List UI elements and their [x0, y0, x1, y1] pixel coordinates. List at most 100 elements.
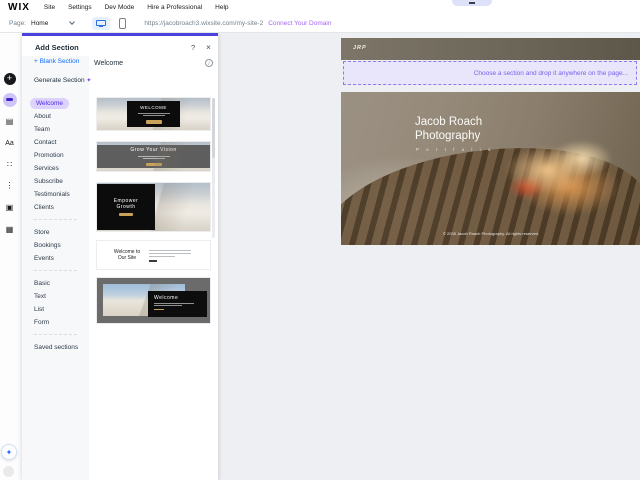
category-services[interactable]: Services	[22, 162, 89, 175]
cms-button[interactable]: ⋮	[2, 178, 17, 193]
section-thumbnail-welcome-overlap[interactable]: Welcome	[97, 278, 210, 323]
collapsed-topbar-handle[interactable]	[452, 0, 492, 6]
category-clients[interactable]: Clients	[22, 201, 89, 214]
category-saved-sections[interactable]: Saved sections	[22, 341, 89, 354]
generate-section-link[interactable]: Generate Section ✦	[34, 77, 91, 84]
menu-site[interactable]: Site	[44, 4, 55, 11]
hero-photo-topping	[476, 130, 640, 225]
thumb-readmore-link	[149, 260, 157, 262]
blank-section-link[interactable]: + Blank Section	[34, 58, 79, 65]
left-tool-rail: + ▤ Aa ∷ ⋮ ▣ ▦ ✦	[0, 33, 22, 480]
media-button[interactable]: ▣	[2, 200, 17, 215]
section-group-title: Welcome	[94, 60, 123, 67]
add-section-icon	[3, 93, 17, 107]
category-events[interactable]: Events	[22, 252, 89, 265]
site-design-icon: Aa	[5, 140, 14, 147]
category-divider	[34, 334, 77, 335]
site-design-button[interactable]: Aa	[2, 136, 17, 151]
add-section-panel: Add Section ? × + Blank Section Generate…	[22, 33, 218, 480]
thumb-title: Empower Growth	[109, 198, 143, 210]
thumb-text-box: Grow Your Vision	[97, 145, 210, 168]
category-promotion[interactable]: Promotion	[22, 149, 89, 162]
info-icon[interactable]: i	[205, 59, 213, 67]
thumb-cta-button	[146, 163, 162, 167]
add-elements-button[interactable]: +	[2, 71, 17, 86]
drop-section-banner[interactable]: Choose a section and drop it anywhere on…	[343, 61, 637, 85]
thumb-title: Welcome to Our Site	[97, 249, 149, 261]
category-list: Welcome About Team Contact Promotion Ser…	[22, 92, 89, 354]
app-market-button[interactable]: ∷	[2, 157, 17, 172]
placeholder-lines	[149, 248, 199, 262]
panel-title: Add Section	[35, 43, 79, 52]
generate-section-label: Generate Section	[34, 77, 85, 84]
panel-close-button[interactable]: ×	[206, 42, 211, 52]
connect-domain-link[interactable]: Connect Your Domain	[268, 20, 331, 27]
desktop-view-button[interactable]	[92, 17, 110, 30]
sparkle-icon: ✦	[86, 78, 91, 84]
section-thumbnail-welcome-hero[interactable]: WELCOME	[97, 98, 210, 130]
top-menubar: WIX Site Settings Dev Mode Hire a Profes…	[0, 0, 640, 14]
section-thumbnail-grow-your-vision[interactable]: Grow Your Vision	[97, 142, 210, 171]
media-icon: ▣	[6, 203, 14, 212]
page-selector[interactable]: Home	[31, 20, 48, 27]
thumb-title: Grow Your Vision	[130, 147, 176, 153]
layouts-button[interactable]: ▦	[2, 222, 17, 237]
thumb-link	[154, 309, 164, 310]
section-thumbnail-welcome-text[interactable]: Welcome to Our Site	[97, 241, 210, 269]
mobile-view-button[interactable]	[119, 18, 126, 29]
category-team[interactable]: Team	[22, 123, 89, 136]
thumb-title: Welcome	[154, 295, 207, 301]
app-market-icon: ∷	[7, 160, 12, 169]
hero-title-line2: Photography	[415, 129, 482, 143]
category-bookings[interactable]: Bookings	[22, 239, 89, 252]
hero-section[interactable]: Jacob Roach Photography P o r t f o l i …	[341, 92, 640, 245]
ai-assistant-button[interactable]: ✦	[1, 444, 17, 460]
category-store[interactable]: Store	[22, 226, 89, 239]
wix-editor-window: WIX Site Settings Dev Mode Hire a Profes…	[0, 0, 640, 480]
ai-sparkle-icon: ✦	[6, 448, 13, 457]
category-divider	[34, 219, 77, 220]
category-contact[interactable]: Contact	[22, 136, 89, 149]
editor-toolbar: Page: Home https://jacobroach3.wixsite.c…	[0, 14, 640, 33]
monitor-stand-icon	[99, 26, 103, 27]
menu-hire-a-professional[interactable]: Hire a Professional	[147, 4, 202, 11]
thumb-cta-button	[146, 120, 162, 124]
hero-title: Jacob Roach Photography	[415, 115, 482, 143]
category-subscribe[interactable]: Subscribe	[22, 175, 89, 188]
plus-icon: +	[4, 73, 16, 85]
add-section-button[interactable]	[2, 92, 17, 107]
site-logo: JRP	[353, 45, 367, 51]
menu-settings[interactable]: Settings	[68, 4, 92, 11]
help-icon[interactable]	[3, 466, 14, 477]
panel-help-button[interactable]: ?	[191, 43, 195, 52]
category-welcome[interactable]: Welcome	[30, 98, 69, 109]
site-url: https://jacobroach3.wixsite.com/my-site-…	[144, 20, 263, 27]
wix-logo[interactable]: WIX	[8, 2, 30, 13]
section-thumbnail-empower-growth[interactable]: Empower Growth	[97, 183, 210, 231]
thumb-cta-button	[119, 213, 133, 217]
chevron-down-icon[interactable]	[70, 19, 76, 25]
site-header-strip[interactable]: JRP	[341, 38, 640, 60]
placeholder-lines	[138, 155, 170, 160]
category-basic[interactable]: Basic	[22, 277, 89, 290]
menu-dev-mode[interactable]: Dev Mode	[105, 4, 135, 11]
thumb-title: WELCOME	[140, 105, 167, 110]
handle-dash-icon	[469, 2, 475, 4]
layouts-icon: ▦	[6, 225, 14, 234]
category-about[interactable]: About	[22, 110, 89, 123]
site-pages-button[interactable]: ▤	[2, 114, 17, 129]
panel-scrollbar[interactable]	[212, 98, 215, 238]
hero-subtitle: P o r t f o l i o	[416, 147, 493, 152]
menu-help[interactable]: Help	[215, 4, 228, 11]
hero-title-line1: Jacob Roach	[415, 115, 482, 129]
hero-copyright: © 2035 Jacob Roach Photography. All righ…	[405, 231, 577, 236]
drop-hint-text: Choose a section and drop it anywhere on…	[474, 70, 628, 77]
thumb-text-box: WELCOME	[127, 101, 180, 127]
category-text[interactable]: Text	[22, 290, 89, 303]
category-list[interactable]: List	[22, 303, 89, 316]
category-form[interactable]: Form	[22, 316, 89, 329]
cms-icon: ⋮	[6, 181, 14, 190]
category-testimonials[interactable]: Testimonials	[22, 188, 89, 201]
placeholder-lines	[154, 303, 207, 306]
thumb-text-box: Empower Growth	[97, 184, 155, 230]
